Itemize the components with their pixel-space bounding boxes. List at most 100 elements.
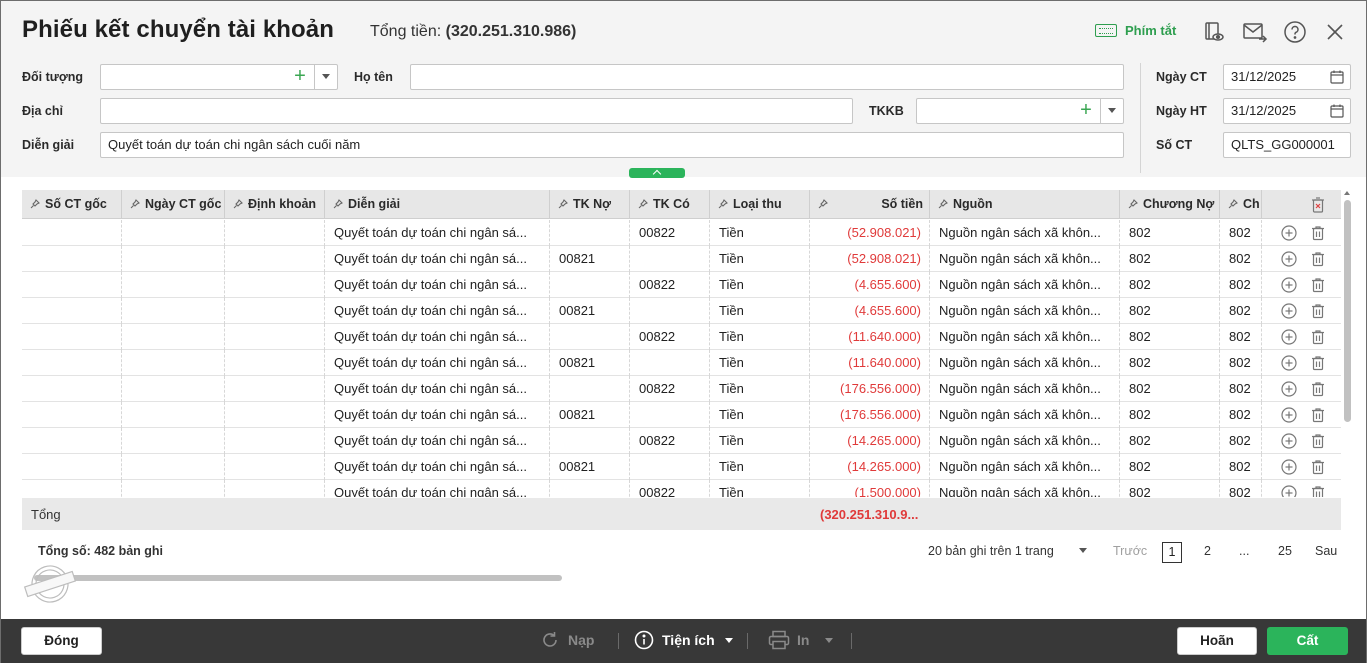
table-cell[interactable]: 802 bbox=[1120, 272, 1220, 298]
table-cell[interactable] bbox=[122, 402, 225, 428]
table-row[interactable]: Quyết toán dự toán chi ngân sá... 00822 Ti… bbox=[22, 272, 1341, 298]
table-cell[interactable]: 802 bbox=[1120, 376, 1220, 402]
pin-icon[interactable] bbox=[818, 199, 828, 209]
table-cell[interactable]: (11.640.000) bbox=[810, 350, 930, 376]
table-cell[interactable] bbox=[225, 298, 325, 324]
table-cell[interactable]: Nguồn ngân sách xã khôn... bbox=[930, 272, 1120, 298]
page-size-select[interactable]: 20 bản ghi trên 1 trang bbox=[928, 544, 1088, 558]
table-cell[interactable]: 802 bbox=[1120, 220, 1220, 246]
table-cell[interactable]: 802 bbox=[1220, 402, 1262, 428]
table-cell[interactable]: Tiền bbox=[710, 480, 810, 497]
table-cell[interactable] bbox=[630, 298, 710, 324]
table-cell[interactable]: Tiền bbox=[710, 298, 810, 324]
table-cell[interactable]: (52.908.021) bbox=[810, 246, 930, 272]
table-cell[interactable] bbox=[22, 298, 122, 324]
table-cell[interactable]: 802 bbox=[1120, 480, 1220, 497]
delete-row-icon[interactable] bbox=[1310, 329, 1326, 345]
pin-icon[interactable] bbox=[1128, 199, 1138, 209]
table-cell[interactable]: Quyết toán dự toán chi ngân sá... bbox=[325, 220, 550, 246]
table-cell[interactable]: Tiền bbox=[710, 272, 810, 298]
table-cell[interactable]: 802 bbox=[1220, 246, 1262, 272]
table-cell[interactable]: 00822 bbox=[630, 428, 710, 454]
table-cell[interactable] bbox=[550, 220, 630, 246]
pin-icon[interactable] bbox=[30, 199, 40, 209]
table-cell[interactable]: 802 bbox=[1220, 376, 1262, 402]
table-cell[interactable]: 802 bbox=[1120, 402, 1220, 428]
dia-chi-field[interactable] bbox=[100, 98, 853, 124]
table-cell[interactable]: Nguồn ngân sách xã khôn... bbox=[930, 428, 1120, 454]
table-cell[interactable]: 802 bbox=[1120, 428, 1220, 454]
print-menu[interactable]: In bbox=[768, 630, 834, 650]
table-cell[interactable] bbox=[22, 246, 122, 272]
table-cell[interactable] bbox=[225, 246, 325, 272]
table-cell[interactable] bbox=[122, 480, 225, 497]
view-book-button[interactable] bbox=[1201, 19, 1227, 45]
add-row-icon[interactable] bbox=[1281, 485, 1297, 497]
table-cell[interactable]: Quyết toán dự toán chi ngân sá... bbox=[325, 246, 550, 272]
table-cell[interactable]: 802 bbox=[1220, 480, 1262, 497]
table-cell[interactable] bbox=[22, 480, 122, 497]
table-cell[interactable]: (176.556.000) bbox=[810, 402, 930, 428]
delete-row-icon[interactable] bbox=[1310, 225, 1326, 241]
table-cell[interactable] bbox=[22, 376, 122, 402]
add-row-icon[interactable] bbox=[1281, 407, 1297, 423]
table-cell[interactable]: Nguồn ngân sách xã khôn... bbox=[930, 480, 1120, 497]
table-cell[interactable]: Tiền bbox=[710, 428, 810, 454]
table-cell[interactable]: 00822 bbox=[630, 480, 710, 497]
table-cell[interactable]: 802 bbox=[1220, 324, 1262, 350]
next-page-button[interactable]: Sau bbox=[1315, 544, 1337, 558]
table-cell[interactable]: (4.655.600) bbox=[810, 272, 930, 298]
add-row-icon[interactable] bbox=[1281, 381, 1297, 397]
add-icon[interactable]: + bbox=[289, 66, 311, 87]
column-header[interactable]: TK Nợ bbox=[550, 190, 630, 219]
table-cell[interactable]: 00821 bbox=[550, 350, 630, 376]
table-cell[interactable]: Quyết toán dự toán chi ngân sá... bbox=[325, 454, 550, 480]
table-cell[interactable] bbox=[122, 246, 225, 272]
so-ct-field[interactable]: QLTS_GG000001 bbox=[1223, 132, 1351, 158]
delete-row-icon[interactable] bbox=[1310, 251, 1326, 267]
table-cell[interactable] bbox=[225, 402, 325, 428]
page-2-button[interactable]: 2 bbox=[1204, 544, 1211, 558]
pin-icon[interactable] bbox=[718, 199, 728, 209]
delete-row-icon[interactable] bbox=[1310, 433, 1326, 449]
table-row[interactable]: Quyết toán dự toán chi ngân sá... 00822 Ti… bbox=[22, 220, 1341, 246]
collapse-header-button[interactable] bbox=[629, 168, 685, 178]
close-button[interactable]: Đóng bbox=[21, 627, 102, 655]
page-25-button[interactable]: 25 bbox=[1278, 544, 1292, 558]
table-cell[interactable] bbox=[122, 272, 225, 298]
table-cell[interactable] bbox=[122, 454, 225, 480]
table-cell[interactable] bbox=[630, 454, 710, 480]
tkkb-combobox[interactable]: + bbox=[916, 98, 1124, 124]
pin-icon[interactable] bbox=[333, 199, 343, 209]
horizontal-scroll-thumb[interactable] bbox=[34, 575, 562, 581]
ho-ten-field[interactable] bbox=[410, 64, 1124, 90]
table-cell[interactable] bbox=[22, 350, 122, 376]
delete-row-icon[interactable] bbox=[1310, 381, 1326, 397]
reload-button[interactable]: Nạp bbox=[540, 630, 594, 650]
table-cell[interactable] bbox=[225, 272, 325, 298]
table-cell[interactable]: Nguồn ngân sách xã khôn... bbox=[930, 454, 1120, 480]
prev-page-button[interactable]: Trước bbox=[1113, 544, 1147, 558]
scroll-up-arrow[interactable] bbox=[1344, 191, 1350, 195]
add-row-icon[interactable] bbox=[1281, 433, 1297, 449]
dien-giai-field[interactable]: Quyết toán dự toán chi ngân sách cuối nă… bbox=[100, 132, 1124, 158]
delete-row-icon[interactable] bbox=[1310, 355, 1326, 371]
table-cell[interactable]: 802 bbox=[1120, 246, 1220, 272]
table-cell[interactable] bbox=[225, 324, 325, 350]
table-cell[interactable]: Nguồn ngân sách xã khôn... bbox=[930, 220, 1120, 246]
delete-row-icon[interactable] bbox=[1310, 459, 1326, 475]
table-cell[interactable]: 802 bbox=[1120, 324, 1220, 350]
table-cell[interactable] bbox=[550, 272, 630, 298]
table-cell[interactable]: Nguồn ngân sách xã khôn... bbox=[930, 402, 1120, 428]
table-row[interactable]: Quyết toán dự toán chi ngân sá... 00822 Ti… bbox=[22, 376, 1341, 402]
table-cell[interactable]: Quyết toán dự toán chi ngân sá... bbox=[325, 298, 550, 324]
table-cell[interactable]: (14.265.000) bbox=[810, 454, 930, 480]
ngay-ht-datepicker[interactable]: 31/12/2025 bbox=[1223, 98, 1351, 124]
add-row-icon[interactable] bbox=[1281, 225, 1297, 241]
column-header[interactable]: TK Có bbox=[630, 190, 710, 219]
table-row[interactable]: Quyết toán dự toán chi ngân sá... 00822 Ti… bbox=[22, 480, 1341, 497]
table-cell[interactable]: 802 bbox=[1120, 454, 1220, 480]
calendar-icon[interactable] bbox=[1330, 70, 1344, 84]
add-row-icon[interactable] bbox=[1281, 329, 1297, 345]
table-cell[interactable]: Tiền bbox=[710, 220, 810, 246]
